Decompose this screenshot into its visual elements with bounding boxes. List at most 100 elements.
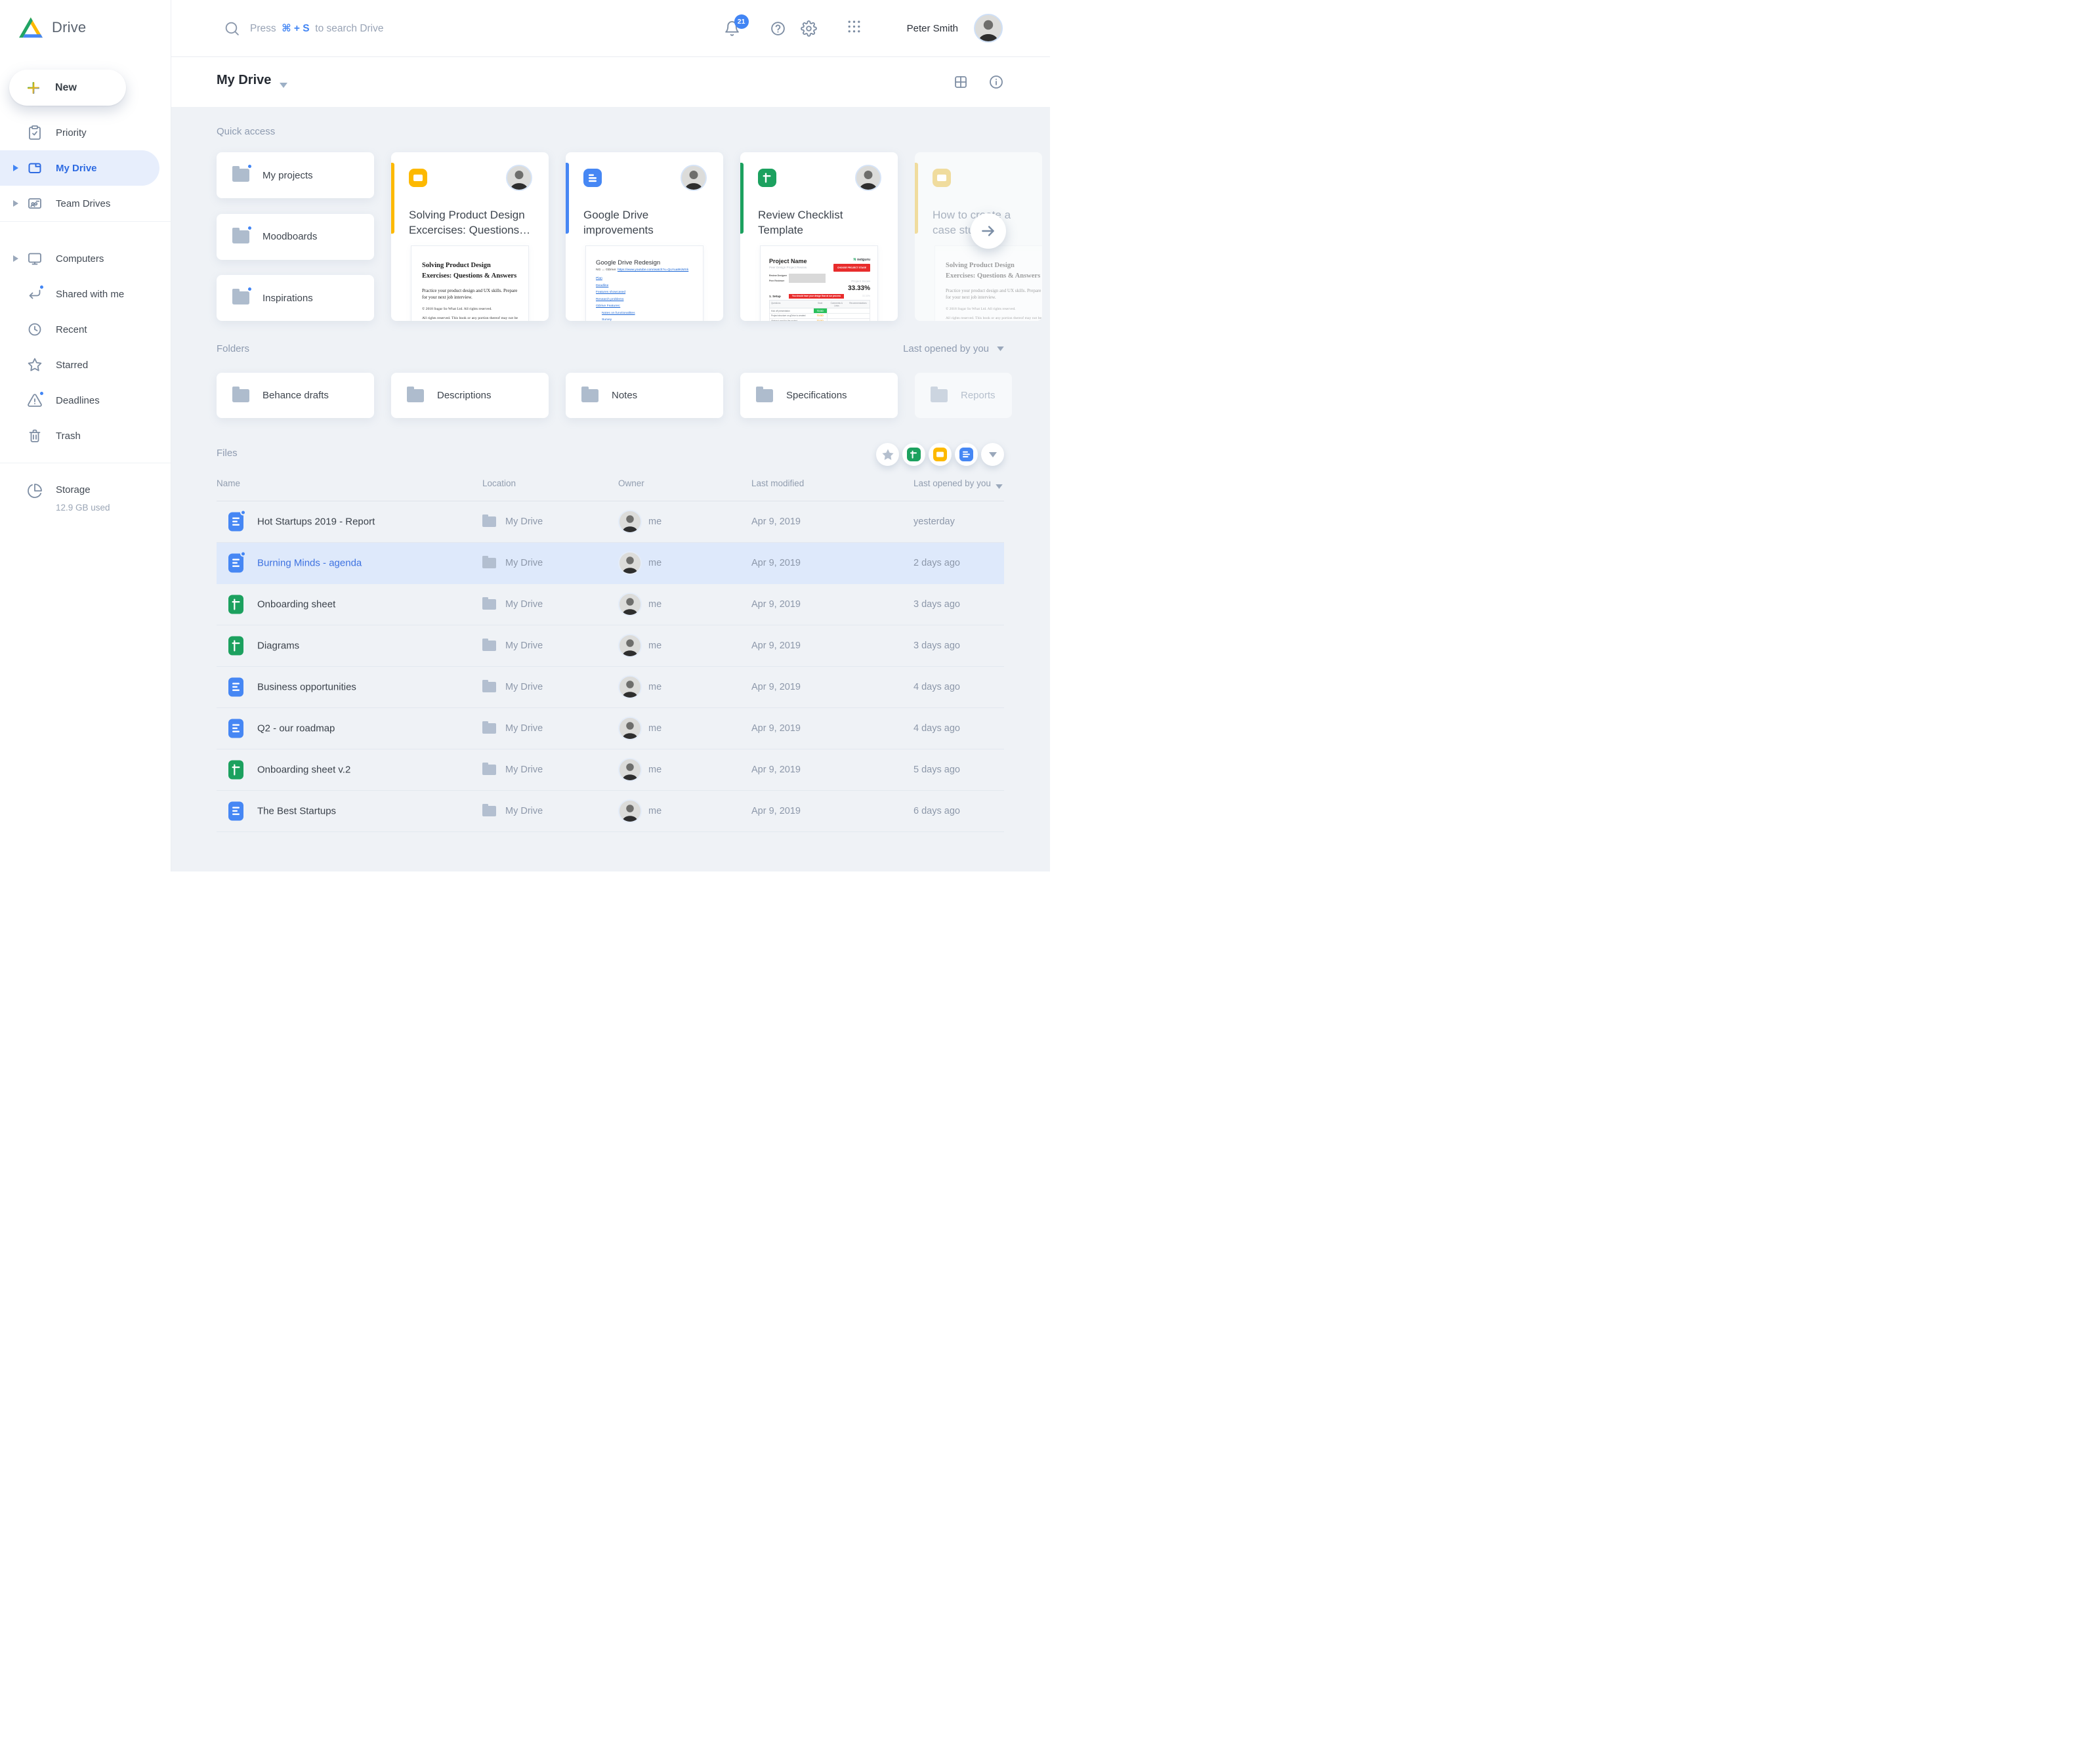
sidebar-item-my-drive[interactable]: My Drive xyxy=(0,150,159,186)
card-accent-stripe xyxy=(740,163,744,234)
quick-card-review-checklist[interactable]: Review Checklist Template Project Name P… xyxy=(740,152,898,321)
table-header: Name Location Owner Last modified Last o… xyxy=(171,478,1050,492)
search-icon xyxy=(224,20,240,37)
document-preview: Solving Product Design Exercises: Questi… xyxy=(411,246,528,321)
avatar xyxy=(681,165,707,191)
table-row[interactable]: Diagrams My Drive me Apr 9, 2019 3 days … xyxy=(217,625,1004,667)
quick-card-google-drive-improvements[interactable]: Google Drive improvements Google Drive R… xyxy=(566,152,723,321)
filter-starred-button[interactable] xyxy=(876,443,899,466)
folder-icon xyxy=(581,389,598,402)
sidebar-item-starred[interactable]: Starred xyxy=(0,347,171,383)
sheets-icon xyxy=(228,595,243,614)
card-title: Review Checklist Template xyxy=(758,207,883,238)
column-last-modified[interactable]: Last modified xyxy=(751,478,804,488)
sidebar-item-deadlines[interactable]: Deadlines xyxy=(0,383,171,418)
grid-view-icon[interactable] xyxy=(953,74,969,90)
folder-icon xyxy=(482,599,496,610)
column-location[interactable]: Location xyxy=(482,478,516,488)
sheets-icon xyxy=(228,637,243,656)
docs-icon xyxy=(228,513,243,532)
notification-dot xyxy=(247,225,253,231)
quick-folder-my-projects[interactable]: My projects xyxy=(217,152,374,198)
filter-docs-button[interactable] xyxy=(955,443,978,466)
file-owner: me xyxy=(648,558,662,568)
folder-icon xyxy=(482,682,496,692)
netguru-logo: N netguru xyxy=(854,258,870,262)
plus-icon xyxy=(26,80,41,96)
filter-slides-button[interactable] xyxy=(929,443,952,466)
search-input[interactable]: Press ⌘ + S to search Drive xyxy=(224,20,384,37)
file-owner: me xyxy=(648,765,662,775)
settings-gear-icon[interactable] xyxy=(801,20,817,37)
notification-dot xyxy=(39,284,45,290)
filter-more-button[interactable] xyxy=(981,443,1004,466)
sheets-icon xyxy=(907,448,921,461)
notification-count-badge: 21 xyxy=(734,14,749,29)
file-location: My Drive xyxy=(505,558,543,568)
scroll-right-button[interactable] xyxy=(971,213,1006,249)
folder-name: Descriptions xyxy=(437,390,492,401)
notification-dot xyxy=(247,286,253,292)
expand-caret-icon[interactable] xyxy=(13,200,21,207)
folder-card-behance-drafts[interactable]: Behance drafts xyxy=(217,373,374,418)
sidebar-item-recent[interactable]: Recent xyxy=(0,312,171,347)
table-row-selected[interactable]: Burning Minds - agenda My Drive me Apr 9… xyxy=(217,543,1004,584)
page-title[interactable]: My Drive xyxy=(217,73,271,88)
sheets-icon xyxy=(758,169,776,187)
sidebar-item-team-drives[interactable]: Team Drives xyxy=(0,186,171,221)
expand-caret-icon[interactable] xyxy=(13,255,21,262)
table-row[interactable]: Business opportunities My Drive me Apr 9… xyxy=(217,667,1004,708)
storage-usage: 12.9 GB used xyxy=(56,503,110,513)
arrow-right-icon xyxy=(980,222,997,240)
spreadsheet-preview: Project Name Peer Design Project Review … xyxy=(761,246,877,321)
chevron-down-icon[interactable] xyxy=(280,79,287,91)
card-accent-stripe xyxy=(915,163,918,234)
file-location: My Drive xyxy=(505,723,543,734)
folder-icon xyxy=(482,723,496,734)
table-row[interactable]: The Best Startups My Drive me Apr 9, 201… xyxy=(217,791,1004,832)
sidebar: Drive New Priority My Drive xyxy=(0,0,171,872)
quick-card-solving-product-design[interactable]: Solving Product Design Excercises: Quest… xyxy=(391,152,549,321)
file-owner: me xyxy=(648,806,662,816)
drive-logo[interactable]: Drive xyxy=(19,17,171,38)
file-location: My Drive xyxy=(505,682,543,692)
sidebar-item-priority[interactable]: Priority xyxy=(0,115,171,150)
avatar xyxy=(618,634,642,658)
file-modified: Apr 9, 2019 xyxy=(751,765,801,775)
folder-card-reports[interactable]: Reports xyxy=(915,373,1012,418)
info-icon[interactable] xyxy=(988,74,1004,90)
sidebar-item-trash[interactable]: Trash xyxy=(0,418,171,453)
table-row[interactable]: Onboarding sheet v.2 My Drive me Apr 9, … xyxy=(217,749,1004,791)
quick-folder-inspirations[interactable]: Inspirations xyxy=(217,275,374,321)
sidebar-item-computers[interactable]: Computers xyxy=(0,241,171,276)
folder-card-descriptions[interactable]: Descriptions xyxy=(391,373,549,418)
folder-icon xyxy=(482,765,496,775)
file-modified: Apr 9, 2019 xyxy=(751,558,801,568)
folder-card-specifications[interactable]: Specifications xyxy=(740,373,898,418)
column-last-opened[interactable]: Last opened by you xyxy=(914,478,991,488)
help-icon[interactable] xyxy=(770,20,786,37)
file-owner: me xyxy=(648,640,662,651)
notifications-bell-icon[interactable]: 21 xyxy=(724,20,740,37)
file-modified: Apr 9, 2019 xyxy=(751,516,801,527)
folders-sort-dropdown[interactable]: Last opened by you xyxy=(903,343,1004,354)
filter-sheets-button[interactable] xyxy=(902,443,925,466)
table-row[interactable]: Hot Startups 2019 - Report My Drive me A… xyxy=(217,501,1004,543)
new-button-label: New xyxy=(55,82,77,94)
quick-folder-moodboards[interactable]: Moodboards xyxy=(217,214,374,260)
file-opened: 6 days ago xyxy=(914,806,960,816)
sidebar-item-storage[interactable]: Storage 12.9 GB used xyxy=(0,476,171,505)
shared-with-me-icon xyxy=(27,286,43,302)
table-row[interactable]: Onboarding sheet My Drive me Apr 9, 2019… xyxy=(217,584,1004,625)
folder-icon xyxy=(931,389,948,402)
table-row[interactable]: Q2 - our roadmap My Drive me Apr 9, 2019… xyxy=(217,708,1004,749)
folder-card-notes[interactable]: Notes xyxy=(566,373,723,418)
sort-caret-icon[interactable] xyxy=(996,481,1003,491)
expand-caret-icon[interactable] xyxy=(13,165,21,171)
sidebar-item-shared-with-me[interactable]: Shared with me xyxy=(0,276,171,312)
column-owner[interactable]: Owner xyxy=(618,478,644,488)
new-button[interactable]: New xyxy=(9,70,126,106)
avatar[interactable] xyxy=(974,14,1003,43)
column-name[interactable]: Name xyxy=(217,478,240,488)
apps-grid-icon[interactable] xyxy=(846,18,862,38)
